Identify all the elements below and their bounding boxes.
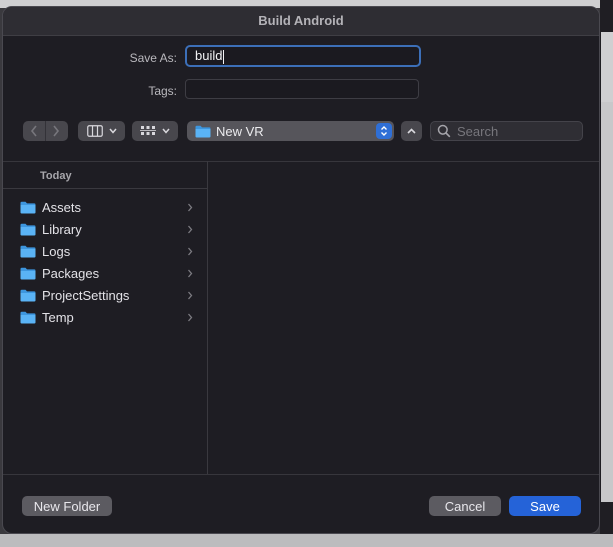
file-browser: Today Assets Library Logs Packages Proje… — [3, 161, 599, 474]
save-as-value: build — [195, 48, 223, 63]
browser-column: Today Assets Library Logs Packages Proje… — [3, 161, 208, 474]
list-item-label: Logs — [42, 243, 71, 259]
dialog-title: Build Android — [3, 7, 599, 36]
folder-icon — [20, 289, 36, 301]
search-icon — [437, 124, 451, 138]
chevron-left-icon — [30, 125, 37, 137]
list-item-projectsettings[interactable]: ProjectSettings — [3, 284, 207, 306]
cancel-button[interactable]: Cancel — [429, 496, 501, 516]
up-down-chevron-icon — [381, 126, 387, 136]
folder-icon — [195, 125, 211, 137]
list-item-temp[interactable]: Temp — [3, 306, 207, 328]
background-right-panel-lower — [601, 102, 613, 502]
search-placeholder: Search — [457, 123, 499, 139]
browser-empty-column — [208, 161, 599, 474]
folder-icon — [20, 311, 36, 323]
collapse-button[interactable] — [401, 121, 422, 141]
back-button[interactable] — [23, 121, 46, 141]
save-dialog: Build Android Save As: build Tags: New V… — [2, 6, 600, 534]
grid-icon — [140, 126, 156, 135]
chevron-right-icon — [188, 203, 193, 211]
list-item-label: Library — [42, 221, 82, 237]
column-view-button[interactable] — [78, 121, 125, 141]
tags-label: Tags: — [148, 84, 177, 98]
dialog-footer: New Folder Cancel Save — [3, 474, 599, 533]
folder-icon — [20, 267, 36, 279]
chevron-right-icon — [188, 313, 193, 321]
list-item-label: Temp — [42, 309, 74, 325]
list-item-packages[interactable]: Packages — [3, 262, 207, 284]
list-item-logs[interactable]: Logs — [3, 240, 207, 262]
chevron-right-icon — [188, 247, 193, 255]
location-stepper — [376, 123, 392, 139]
chevron-right-icon — [188, 225, 193, 233]
chevron-down-icon — [108, 128, 117, 134]
nav-back-forward — [23, 121, 68, 141]
search-field[interactable]: Search — [430, 121, 583, 141]
save-as-label: Save As: — [129, 51, 177, 65]
list-item-label: ProjectSettings — [42, 287, 130, 303]
location-label: New VR — [216, 123, 264, 139]
location-popup[interactable]: New VR — [187, 121, 394, 141]
chevron-up-icon — [407, 128, 416, 134]
tags-input[interactable] — [185, 79, 419, 99]
folder-icon — [20, 201, 36, 213]
list-item-label: Assets — [42, 199, 82, 215]
list-item-library[interactable]: Library — [3, 218, 207, 240]
chevron-down-icon — [162, 128, 170, 134]
new-folder-button[interactable]: New Folder — [22, 496, 112, 516]
column-header-today: Today — [3, 161, 207, 189]
folder-icon — [20, 223, 36, 235]
background-bottom-edge — [0, 534, 613, 547]
list-item-label: Packages — [42, 265, 100, 281]
group-view-button[interactable] — [132, 121, 178, 141]
list-item-assets[interactable]: Assets — [3, 196, 207, 218]
folder-icon — [20, 245, 36, 257]
text-caret — [223, 49, 225, 64]
background-right-panel — [601, 32, 613, 102]
columns-icon — [86, 125, 103, 137]
chevron-right-icon — [188, 269, 193, 277]
save-as-input[interactable]: build — [185, 45, 421, 67]
chevron-right-icon — [53, 125, 60, 137]
forward-button[interactable] — [45, 121, 67, 141]
save-button[interactable]: Save — [509, 496, 581, 516]
chevron-right-icon — [188, 291, 193, 299]
